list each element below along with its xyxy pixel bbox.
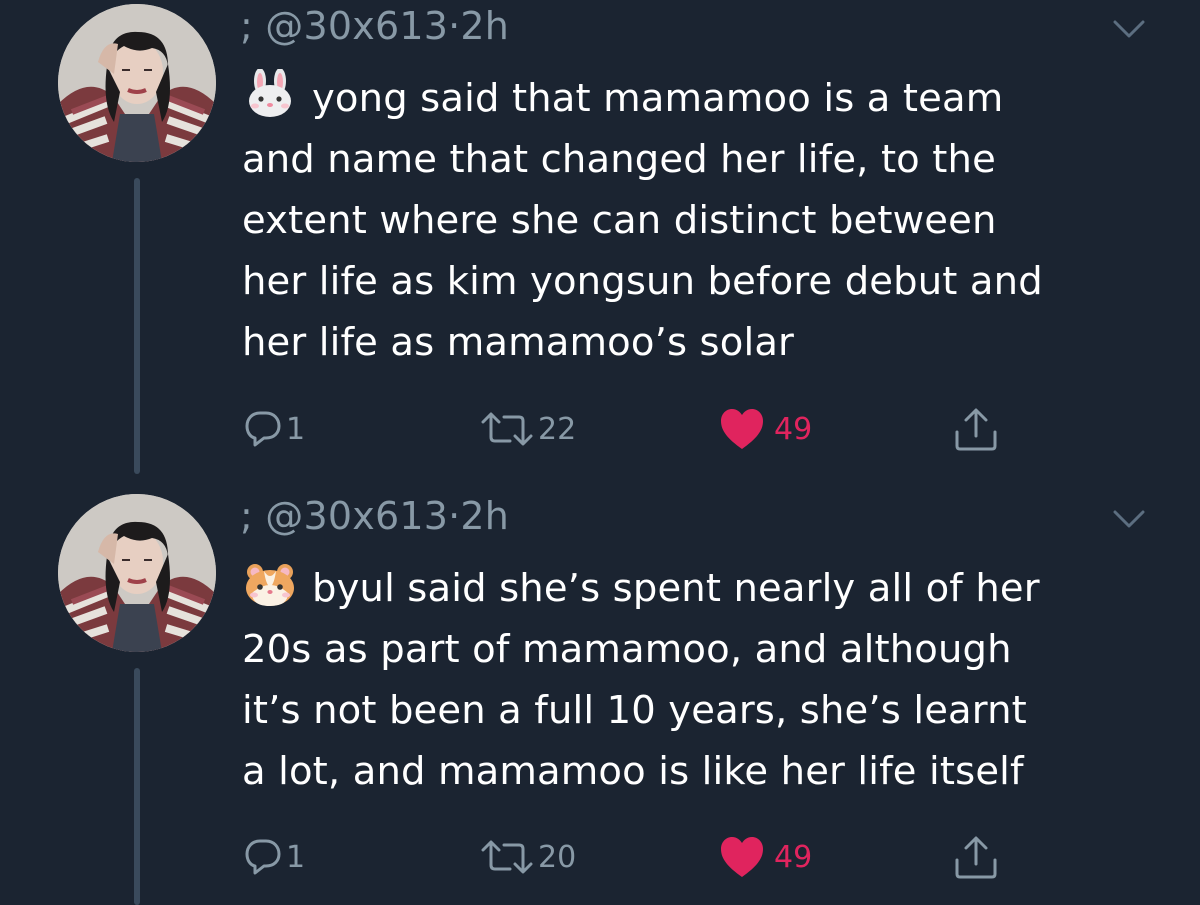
like-count: 49 — [774, 411, 813, 447]
tweet-text-line: her life as kim yongsun before debut and — [242, 259, 1043, 304]
timestamp[interactable]: 2h — [460, 494, 509, 538]
tweet-text-line: a lot, and mamamoo is like her life itse… — [242, 749, 1024, 794]
like-button[interactable]: 49 — [718, 832, 812, 882]
like-count: 49 — [774, 839, 813, 875]
tweet-text-line: her life as mamamoo’s solar — [242, 320, 795, 365]
separator-dot: · — [448, 494, 461, 538]
tweet-header: ; @30x613·2h — [240, 4, 509, 48]
retweet-button[interactable]: 22 — [480, 404, 576, 454]
tweet-text-line: it’s not been a full 10 years, she’s lea… — [242, 688, 1027, 733]
tweet[interactable]: ; @30x613·2h yong said that mamamoo is a… — [0, 0, 1200, 480]
tweet[interactable]: ; @30x613·2h byul said she’s spent nearl… — [0, 490, 1200, 905]
like-button[interactable]: 49 — [718, 404, 812, 454]
heart-icon — [721, 409, 763, 449]
reply-count: 1 — [286, 839, 306, 875]
reply-count: 1 — [286, 411, 306, 447]
share-button[interactable] — [952, 832, 1000, 882]
retweet-icon — [481, 840, 533, 874]
name-prefix: ; — [240, 4, 254, 48]
rabbit-face-emoji — [249, 69, 291, 117]
reply-button[interactable]: 1 — [244, 832, 305, 882]
tweet-text-line: 20s as part of mamamoo, and although — [242, 627, 1012, 672]
retweet-count: 22 — [538, 411, 577, 447]
reply-button[interactable]: 1 — [244, 404, 305, 454]
chevron-down-icon[interactable] — [1112, 508, 1146, 530]
tweet-header: ; @30x613·2h — [240, 494, 509, 538]
share-button[interactable] — [952, 404, 1000, 454]
tweet-text: yong said that mamamoo is a team and nam… — [242, 68, 1182, 373]
tweet-text-line: yong said that mamamoo is a team — [242, 68, 1182, 129]
user-handle[interactable]: @30x613 — [265, 4, 448, 48]
share-icon — [955, 408, 997, 451]
separator-dot: · — [448, 4, 461, 48]
name-prefix: ; — [240, 494, 254, 538]
avatar[interactable] — [58, 494, 216, 652]
avatar[interactable] — [58, 4, 216, 162]
hamster-face-emoji — [246, 564, 294, 606]
chevron-down-icon[interactable] — [1112, 18, 1146, 40]
reply-icon — [245, 411, 281, 447]
tweet-text: byul said she’s spent nearly all of her … — [242, 558, 1182, 802]
tweet-text-line: byul said she’s spent nearly all of her — [242, 558, 1182, 619]
share-icon — [955, 836, 997, 879]
reply-icon — [245, 839, 281, 875]
retweet-count: 20 — [538, 839, 577, 875]
user-handle[interactable]: @30x613 — [265, 494, 448, 538]
heart-icon — [721, 837, 763, 877]
tweet-actions: 1 22 49 — [0, 404, 1200, 454]
tweet-text-line: extent where she can distinct between — [242, 198, 997, 243]
retweet-button[interactable]: 20 — [480, 832, 576, 882]
retweet-icon — [481, 412, 533, 446]
tweet-actions: 1 20 49 — [0, 832, 1200, 882]
timestamp[interactable]: 2h — [460, 4, 509, 48]
tweet-text-line: and name that changed her life, to the — [242, 137, 996, 182]
